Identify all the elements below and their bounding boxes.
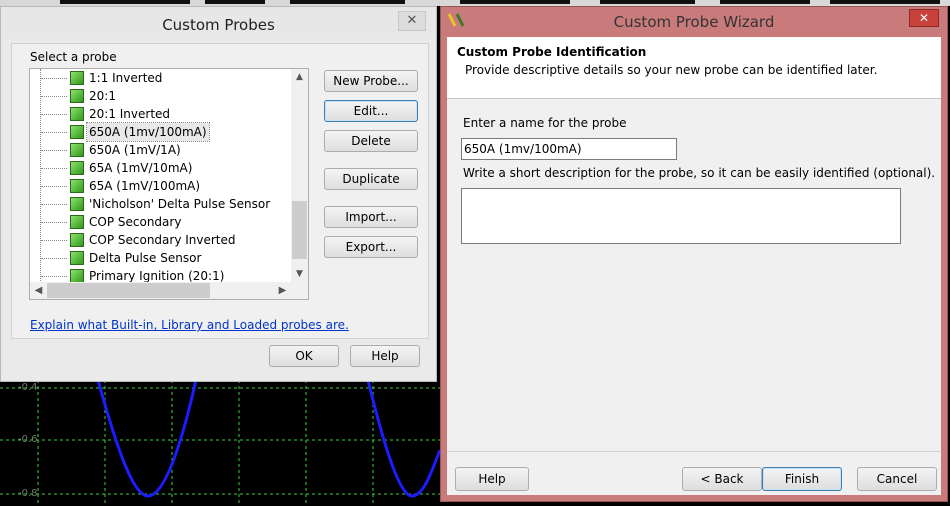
import-button[interactable]: Import... [324,206,418,228]
probe-tree-item-selected[interactable]: 650A (1mv/100mA) [30,122,292,142]
scroll-up-icon[interactable]: ▲ [291,69,308,86]
new-probe-button[interactable]: New Probe... [324,70,418,92]
custom-probe-wizard: Custom Probe Wizard ✕ Custom Probe Ident… [440,6,948,502]
probe-icon [70,89,84,103]
probe-tree-item[interactable]: 65A (1mV/100mA) [30,177,292,195]
probe-icon [70,233,84,247]
probe-icon [70,107,84,121]
wizard-subheading: Provide descriptive details so your new … [465,63,878,77]
scroll-down-icon[interactable]: ▼ [291,266,308,283]
probe-tree-item[interactable]: 1:1 Inverted [30,69,292,87]
ok-button[interactable]: OK [269,345,339,367]
cancel-button[interactable]: Cancel [857,467,937,491]
export-button[interactable]: Export... [324,236,418,258]
probe-name-input[interactable]: 650A (1mv/100mA) [461,138,677,160]
finish-button[interactable]: Finish [762,467,842,491]
probe-icon [70,161,84,175]
custom-probes-dialog: Custom Probes ✕ Select a probe 1:1 Inver… [0,6,437,382]
scope-y-label: -0.8 [18,488,38,499]
probe-icon [70,215,84,229]
probe-tree-item[interactable]: 20:1 [30,87,292,105]
wizard-titlebar[interactable]: Custom Probe Wizard ✕ [441,7,947,35]
probe-tree-item[interactable]: 20:1 Inverted [30,105,292,123]
close-icon[interactable]: ✕ [909,9,939,27]
tree-horizontal-scrollbar[interactable]: ◀ ▶ [30,282,308,299]
probe-tree-item[interactable]: 65A (1mV/10mA) [30,159,292,177]
close-icon[interactable]: ✕ [398,11,426,31]
probe-tree-item[interactable]: Delta Pulse Sensor [30,249,292,267]
probe-icon [70,179,84,193]
scrollbar-thumb[interactable] [292,201,307,259]
scope-y-label: -0.6 [18,434,38,445]
probe-tree-item[interactable]: 'Nicholson' Delta Pulse Sensor [30,195,292,213]
probe-tree-item[interactable]: 650A (1mV/1A) [30,141,292,159]
back-button[interactable]: < Back [682,467,762,491]
probe-icon [70,251,84,265]
scroll-right-icon[interactable]: ▶ [274,282,291,299]
probe-tree-item[interactable]: COP Secondary Inverted [30,231,292,249]
scope-waveform [0,380,440,506]
description-prompt: Write a short description for the probe,… [463,166,936,180]
wizard-header: Custom Probe Identification Provide desc… [447,37,941,99]
scope-display: -0.4 -0.6 -0.8 [0,380,440,506]
scrollbar-thumb[interactable] [47,283,210,298]
probe-icon [70,197,84,211]
delete-button[interactable]: Delete [324,130,418,152]
probe-icon [70,125,84,139]
probe-selection-group: Select a probe 1:1 Inverted 20:1 20:1 In… [11,43,429,339]
custom-probes-title: Custom Probes [162,16,275,34]
probe-icon [70,269,84,283]
custom-probes-titlebar[interactable]: Custom Probes ✕ [1,7,436,39]
probe-tree[interactable]: 1:1 Inverted 20:1 20:1 Inverted 650A (1m… [29,68,309,300]
probe-types-help-link[interactable]: Explain what Built-in, Library and Loade… [30,318,349,332]
duplicate-button[interactable]: Duplicate [324,168,418,190]
scroll-left-icon[interactable]: ◀ [30,282,47,299]
tree-vertical-scrollbar[interactable]: ▲ ▼ [291,69,308,283]
edit-button[interactable]: Edit... [324,100,418,122]
scope-y-label: -0.4 [18,382,38,393]
wizard-title: Custom Probe Wizard [613,13,775,31]
select-probe-label: Select a probe [30,50,117,64]
probe-icon [70,143,84,157]
wizard-footer-divider [447,451,941,452]
probe-tree-item[interactable]: COP Secondary [30,213,292,231]
name-prompt: Enter a name for the probe [463,116,627,130]
probe-icon [70,71,84,85]
probe-description-input[interactable] [461,188,901,244]
wizard-heading: Custom Probe Identification [457,45,647,59]
wizard-help-button[interactable]: Help [455,467,529,491]
wizard-body: Custom Probe Identification Provide desc… [447,37,941,495]
help-button[interactable]: Help [350,345,420,367]
